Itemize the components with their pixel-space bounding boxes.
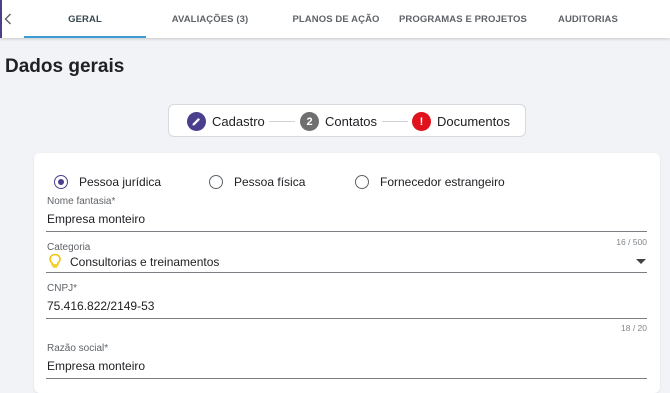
nome-fantasia-label: Nome fantasia*: [47, 196, 116, 207]
step-documentos-label[interactable]: Documentos: [437, 114, 510, 129]
nome-fantasia-char-counter: 16 / 500: [616, 237, 647, 247]
cnpj-underline: [46, 318, 647, 319]
page-title: Dados gerais: [5, 56, 125, 77]
radio-label: Pessoa física: [234, 175, 306, 189]
step-contatos-label[interactable]: Contatos: [325, 114, 377, 129]
stepper: Cadastro 2 Contatos ! Documentos: [168, 104, 526, 137]
step-connector: [382, 121, 408, 122]
tab-programas-e-projetos[interactable]: PROGRAMAS E PROJETOS: [398, 0, 528, 38]
step-connector: [269, 121, 295, 122]
active-tab-indicator: [24, 36, 146, 38]
step-documentos-error-badge[interactable]: !: [412, 112, 431, 131]
tab-geral[interactable]: GERAL: [24, 0, 146, 38]
radio-label: Fornecedor estrangeiro: [380, 175, 505, 189]
step-contatos-badge[interactable]: 2: [300, 112, 319, 131]
radio-fornecedor-estrangeiro[interactable]: Fornecedor estrangeiro: [355, 174, 505, 190]
tab-planos-de-acao[interactable]: PLANOS DE AÇÃO: [274, 0, 398, 38]
tab-auditorias[interactable]: AUDITORIAS: [528, 0, 648, 38]
razao-social-input[interactable]: Empresa monteiro: [47, 359, 145, 373]
tab-avaliacoes[interactable]: AVALIAÇÕES (3): [146, 0, 274, 38]
lightbulb-icon: [49, 253, 61, 268]
radio-pessoa-fisica[interactable]: Pessoa física: [209, 174, 305, 190]
categoria-label: Categoria: [47, 242, 91, 253]
step-cadastro-label[interactable]: Cadastro: [212, 114, 265, 129]
categoria-underline: [46, 272, 647, 273]
pencil-icon[interactable]: [187, 112, 206, 131]
chevron-down-icon[interactable]: [636, 259, 646, 264]
cnpj-input[interactable]: 75.416.822/2149-53: [47, 299, 154, 313]
cnpj-label: CNPJ*: [47, 283, 78, 294]
nome-fantasia-underline: [46, 231, 647, 232]
cnpj-char-counter: 18 / 20: [621, 323, 647, 333]
razao-social-label: Razão social*: [47, 343, 109, 354]
categoria-select[interactable]: Consultorias e treinamentos: [70, 255, 219, 269]
nome-fantasia-input[interactable]: Empresa monteiro: [47, 212, 145, 226]
radio-checked-icon: [54, 175, 68, 189]
chevron-left-icon: [4, 13, 11, 25]
back-button[interactable]: [0, 0, 14, 38]
radio-pessoa-juridica[interactable]: Pessoa jurídica: [54, 174, 161, 190]
razao-social-underline: [46, 378, 647, 379]
radio-unchecked-icon: [355, 175, 369, 189]
radio-label: Pessoa jurídica: [79, 175, 162, 189]
tab-bar: GERAL AVALIAÇÕES (3) PLANOS DE AÇÃO PROG…: [0, 0, 670, 38]
radio-unchecked-icon: [209, 175, 223, 189]
